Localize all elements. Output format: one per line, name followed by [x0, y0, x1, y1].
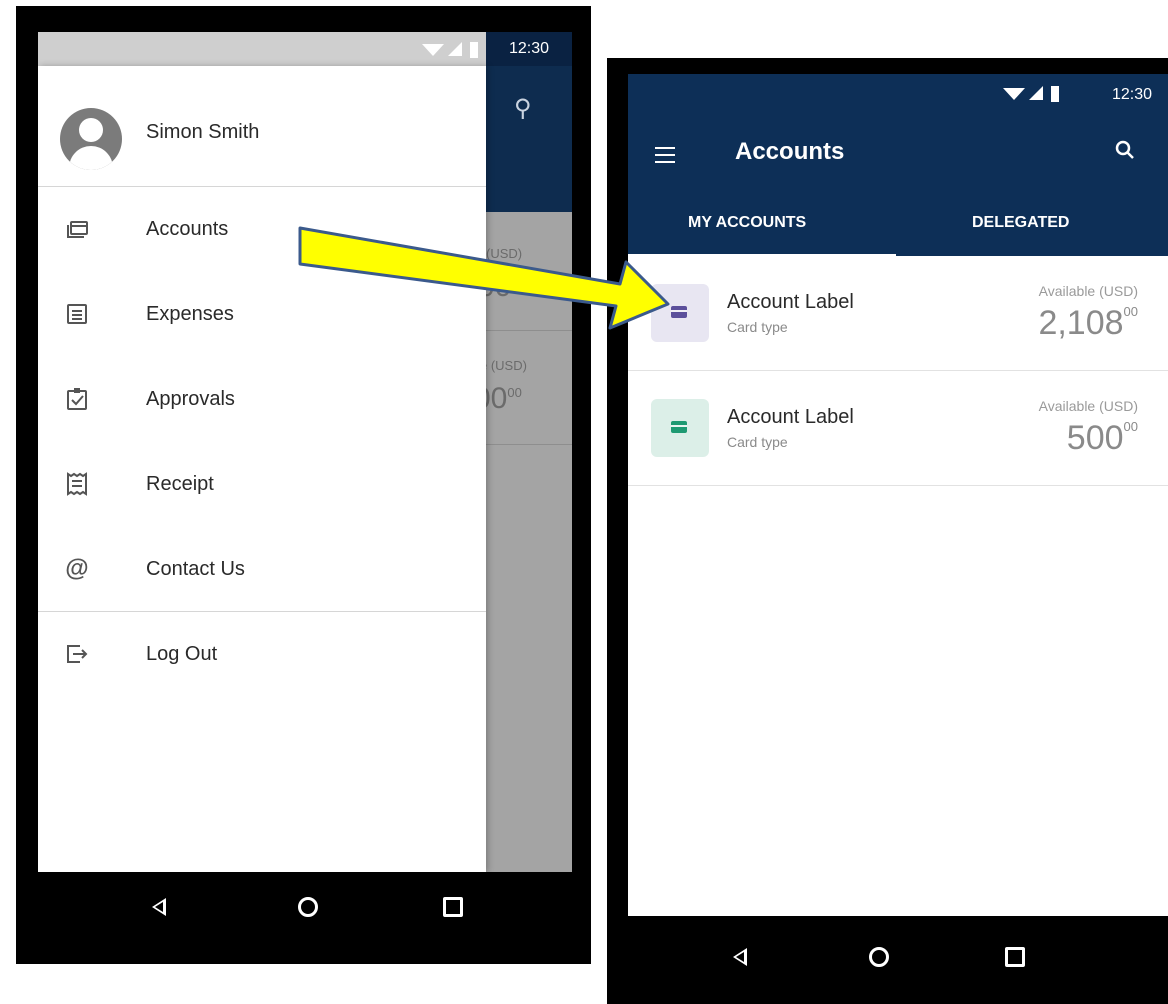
hamburger-menu-icon[interactable] [655, 147, 675, 163]
search-icon[interactable] [1115, 140, 1135, 160]
app-header: 12:30 Accounts MY ACCOUNTS DELEGATED [628, 74, 1168, 257]
card-icon [671, 306, 687, 318]
available-label: Available (USD) [1038, 398, 1138, 414]
drawer-item-log-out[interactable]: Log Out [38, 625, 486, 685]
drawer-divider [38, 186, 486, 187]
tab-delegated[interactable]: DELEGATED [972, 214, 1069, 232]
drawer-item-receipt[interactable]: Receipt [38, 455, 486, 515]
annotation-arrow [298, 226, 670, 330]
drawer-item-contact-us[interactable]: @ Contact Us [38, 540, 486, 600]
drawer-item-label: Approvals [146, 388, 235, 410]
account-row[interactable]: Account Label Card type Available (USD) … [628, 371, 1168, 486]
account-row[interactable]: Account Label Card type Available (USD) … [628, 256, 1168, 371]
receipt-icon [67, 472, 87, 496]
status-time: 12:30 [1112, 86, 1153, 103]
drawer-item-approvals[interactable]: Approvals [38, 370, 486, 430]
available-label: Available (USD) [1038, 283, 1138, 299]
phone-left-frame: ⚲ (USD) 00 e (USD) 0000 12:30 Simon Smit [16, 6, 591, 964]
signal-icons [422, 42, 478, 58]
navigation-drawer: Simon Smith Accounts Expenses Approvals … [38, 66, 486, 872]
drawer-item-label: Log Out [146, 643, 218, 665]
status-time: 12:30 [509, 40, 550, 57]
page-title: Accounts [735, 138, 845, 165]
at-icon: @ [65, 555, 89, 582]
bg-amount-cents: 00 [507, 385, 522, 400]
bg-divider [486, 444, 572, 445]
amount-cents: 00 [1123, 304, 1138, 319]
avatar[interactable] [60, 108, 122, 170]
amount-main: 500 [1066, 419, 1124, 457]
expenses-icon [67, 304, 87, 324]
logout-icon [67, 645, 88, 663]
drawer-divider [38, 611, 486, 612]
amount-cents: 00 [1123, 419, 1138, 434]
card-type: Card type [727, 434, 788, 450]
back-button[interactable] [733, 948, 747, 966]
search-icon: ⚲ [514, 95, 532, 122]
home-button[interactable] [869, 947, 889, 967]
account-amount: 50000 [1067, 419, 1138, 458]
background-app: ⚲ (USD) 00 e (USD) 0000 [474, 32, 572, 872]
accounts-icon [67, 221, 88, 238]
drawer-item-label: Contact Us [146, 558, 245, 580]
account-label: Account Label [727, 406, 854, 428]
home-button[interactable] [298, 897, 318, 917]
signal-icons [1003, 86, 1059, 102]
card-type: Card type [727, 319, 788, 335]
bg-available-label: e (USD) [480, 358, 527, 373]
status-bar: 12:30 [38, 32, 572, 66]
approvals-icon [67, 388, 87, 410]
phone-right-frame: 12:30 Accounts MY ACCOUNTS DELEGATED Acc… [607, 58, 1168, 1004]
drawer-screen: ⚲ (USD) 00 e (USD) 0000 12:30 Simon Smit [38, 32, 572, 872]
drawer-item-label: Receipt [146, 473, 214, 495]
card-tile [651, 399, 709, 457]
recents-button[interactable] [443, 897, 463, 917]
tab-my-accounts[interactable]: MY ACCOUNTS [688, 214, 806, 232]
drawer-item-label: Expenses [146, 303, 234, 325]
back-button[interactable] [152, 898, 166, 916]
android-nav-bar [607, 916, 1168, 1004]
drawer-item-label: Accounts [146, 218, 229, 240]
recents-button[interactable] [1005, 947, 1025, 967]
card-icon [671, 421, 687, 433]
accounts-screen: 12:30 Accounts MY ACCOUNTS DELEGATED Acc… [628, 74, 1168, 916]
account-amount: 2,10800 [1038, 304, 1138, 343]
amount-main: 2,108 [1038, 304, 1124, 342]
android-nav-bar [16, 872, 591, 964]
account-label: Account Label [727, 291, 854, 313]
user-name: Simon Smith [146, 121, 260, 143]
